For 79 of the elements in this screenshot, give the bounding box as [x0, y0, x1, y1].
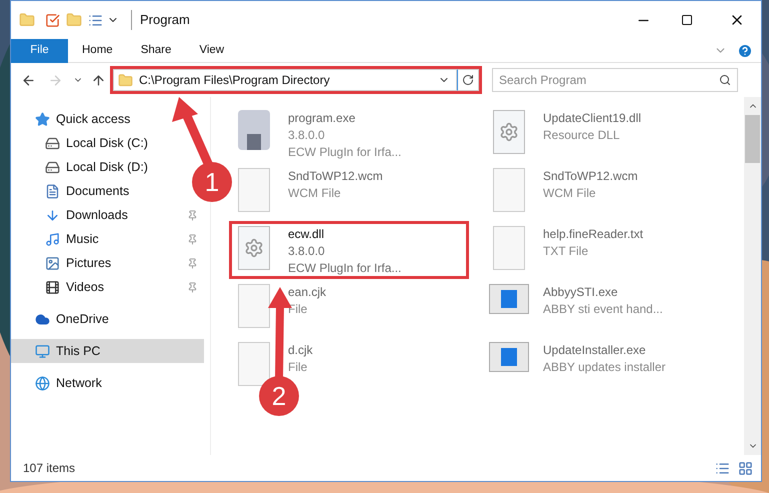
- monitor-icon: [35, 344, 50, 358]
- nav-item[interactable]: Local Disk (D:): [66, 158, 148, 176]
- music-note-icon: [45, 232, 60, 246]
- star-icon: [35, 112, 50, 126]
- file-detail: 3.8.0.0: [288, 127, 326, 144]
- file-detail: TXT File: [543, 243, 590, 260]
- file-detail: 3.8.0.0: [288, 243, 326, 260]
- program-icon: [238, 110, 270, 150]
- search-field[interactable]: Search Program: [492, 68, 738, 92]
- gear-file-icon: [493, 110, 525, 154]
- file-name[interactable]: SndToWP12.wcm: [288, 168, 383, 185]
- app-window-icon: [489, 284, 529, 314]
- blank-file-icon: [493, 168, 525, 212]
- address-bar[interactable]: C:\Program Files\Program Directory: [113, 69, 457, 91]
- document-icon: [45, 184, 60, 198]
- file-detail: ECW PlugIn for Irfa...: [288, 260, 402, 277]
- search-icon[interactable]: [719, 74, 731, 86]
- blank-file-icon: [493, 226, 525, 270]
- ribbon-tab[interactable]: View: [185, 38, 238, 62]
- pin-icon[interactable]: [187, 282, 198, 292]
- ribbon-tab[interactable]: File: [11, 38, 68, 62]
- nav-item[interactable]: Documents: [66, 182, 130, 200]
- back-icon[interactable]: [21, 72, 36, 88]
- folder-icon: [118, 72, 133, 88]
- details-view-icon[interactable]: [715, 460, 730, 476]
- nav-item[interactable]: Local Disk (C:): [66, 134, 148, 152]
- drive-icon: [45, 136, 60, 150]
- maximize-icon[interactable]: [681, 14, 693, 26]
- file-name[interactable]: AbbyySTI.exe: [543, 284, 663, 301]
- nav-item[interactable]: Downloads: [66, 206, 128, 224]
- help-icon[interactable]: [737, 42, 753, 58]
- nav-item[interactable]: OneDrive: [56, 310, 109, 328]
- file-name[interactable]: UpdateInstaller.exe: [543, 342, 666, 359]
- file-detail: File: [288, 359, 308, 376]
- window-title: Program: [131, 10, 190, 30]
- file-name[interactable]: SndToWP12.wcm: [543, 168, 638, 185]
- cloud-icon: [35, 312, 50, 326]
- ribbon-tab[interactable]: Share: [126, 38, 186, 62]
- file-detail: ECW PlugIn for Irfa...: [288, 144, 402, 161]
- file-detail: ABBY updates installer: [543, 359, 666, 376]
- pin-icon[interactable]: [187, 258, 198, 268]
- ribbon-tab[interactable]: Home: [68, 38, 127, 62]
- film-icon: [45, 280, 60, 294]
- drive-icon: [45, 160, 60, 174]
- refresh-icon: [462, 74, 474, 86]
- file-detail: WCM File: [543, 185, 597, 202]
- blank-file-icon: [238, 168, 270, 212]
- file-name[interactable]: program.exe: [288, 110, 402, 127]
- file-name[interactable]: ean.cjk: [288, 284, 326, 301]
- scroll-thumb[interactable]: [745, 115, 760, 163]
- nav-item[interactable]: Videos: [66, 278, 104, 296]
- file-detail: ABBY sti event hand...: [543, 301, 663, 318]
- item-count: 107 items: [23, 460, 76, 477]
- refresh-button[interactable]: [457, 69, 479, 91]
- blank-file-icon: [238, 284, 270, 328]
- nav-item[interactable]: This PC: [56, 342, 100, 360]
- globe-icon: [35, 376, 50, 390]
- file-detail: Resource DLL: [543, 127, 621, 144]
- file-name[interactable]: ecw.dll: [288, 226, 402, 243]
- list-icon[interactable]: [88, 12, 103, 28]
- pin-icon[interactable]: [187, 210, 198, 220]
- tiles-view-icon[interactable]: [738, 460, 753, 476]
- picture-icon: [45, 256, 60, 270]
- blank-file-icon: [238, 342, 270, 386]
- nav-item[interactable]: Pictures: [66, 254, 112, 272]
- up-icon[interactable]: [91, 72, 106, 88]
- file-name[interactable]: UpdateClient19.dll: [543, 110, 642, 127]
- properties-icon[interactable]: [45, 12, 60, 28]
- nav-item[interactable]: Quick access: [56, 110, 130, 128]
- download-icon: [45, 208, 60, 222]
- scrollbar[interactable]: [744, 97, 761, 455]
- app-window-icon: [489, 342, 529, 372]
- pin-icon[interactable]: [187, 234, 198, 244]
- file-detail: WCM File: [288, 185, 342, 202]
- file-name[interactable]: help.fineReader.txt: [543, 226, 644, 243]
- gear-file-icon: [238, 226, 270, 270]
- nav-item[interactable]: Music: [66, 230, 99, 248]
- nav-item[interactable]: Network: [56, 374, 102, 392]
- file-name[interactable]: d.cjk: [288, 342, 313, 359]
